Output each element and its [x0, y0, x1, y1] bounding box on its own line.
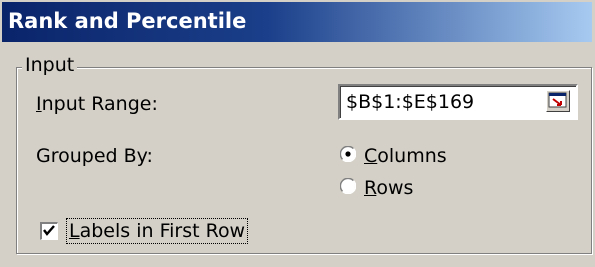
- input-range-value: $B$1:$E$169: [346, 91, 475, 113]
- rows-radio-icon[interactable]: [340, 178, 356, 194]
- labels-in-first-row-checkbox[interactable]: [40, 222, 58, 240]
- collapse-dialog-button[interactable]: [546, 90, 570, 112]
- labels-mnemonic: L: [69, 220, 80, 242]
- rows-label-text: ows: [376, 177, 414, 199]
- columns-radio-label[interactable]: Columns: [364, 144, 447, 168]
- columns-mnemonic: C: [364, 145, 378, 167]
- rows-mnemonic: R: [364, 177, 377, 199]
- title-bar[interactable]: Rank and Percentile: [2, 2, 592, 42]
- window-title: Rank and Percentile: [8, 9, 247, 33]
- input-group-legend: Input: [22, 53, 78, 77]
- input-range-field[interactable]: $B$1:$E$169: [338, 84, 578, 120]
- columns-radio-icon[interactable]: [340, 146, 356, 162]
- input-range-label-text: nput Range:: [41, 93, 158, 115]
- rows-radio-label[interactable]: Rows: [364, 176, 413, 200]
- grouped-by-label: Grouped By:: [36, 145, 153, 167]
- rank-and-percentile-dialog: Rank and Percentile Input Input Range: $…: [0, 0, 595, 267]
- labels-in-first-row-label[interactable]: Labels in First Row: [66, 218, 249, 244]
- input-range-label: Input Range:: [36, 92, 158, 116]
- checkmark-icon: [43, 225, 55, 236]
- labels-label-text: abels in First Row: [79, 220, 246, 242]
- range-picker-icon: [548, 92, 567, 108]
- columns-label-text: olumns: [377, 145, 447, 167]
